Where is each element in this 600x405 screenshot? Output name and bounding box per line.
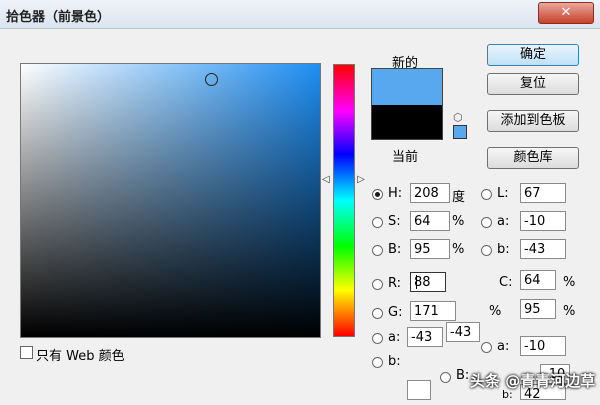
- current-color-swatch[interactable]: [371, 105, 443, 140]
- m-input[interactable]: 95: [520, 299, 556, 319]
- close-button[interactable]: ✕: [538, 2, 594, 24]
- r-label: R:: [388, 276, 402, 291]
- new-color-swatch: [371, 68, 443, 106]
- rgb-b-input[interactable]: [407, 380, 431, 400]
- title-bar: 拾色器（前景色） ✕: [0, 0, 600, 29]
- c-label: C:: [499, 275, 513, 290]
- hue-slider[interactable]: [333, 64, 355, 337]
- s-radio[interactable]: [372, 217, 383, 228]
- add-to-swatches-button[interactable]: 添加到色板: [487, 110, 579, 132]
- ghost-a-input-1[interactable]: -43: [407, 327, 443, 347]
- ghost-a2-input[interactable]: -10: [520, 336, 566, 356]
- l-label: L:: [497, 186, 509, 201]
- lab-a-label: a:: [497, 214, 510, 229]
- color-picker-cursor[interactable]: [205, 73, 218, 86]
- current-color-label: 当前: [392, 150, 419, 165]
- lab-b-label: b:: [497, 242, 510, 257]
- b-input[interactable]: 95: [410, 239, 450, 259]
- rgb-b-radio[interactable]: [372, 357, 383, 368]
- h-label: H:: [388, 186, 403, 201]
- ghost-a-radio[interactable]: [372, 333, 383, 344]
- l-radio[interactable]: [481, 189, 492, 200]
- ghost-a2-label: a:: [497, 339, 510, 354]
- s-unit: %: [452, 214, 465, 229]
- out-of-gamut-cube-icon[interactable]: ⬡: [453, 111, 463, 124]
- window-title: 拾色器（前景色）: [6, 10, 111, 25]
- rgb-b-label: b:: [388, 354, 401, 369]
- ghost-a-label: a:: [388, 330, 401, 345]
- color-libraries-button[interactable]: 颜色库: [487, 147, 579, 169]
- s-input[interactable]: 64: [410, 211, 450, 231]
- b-label: B:: [388, 242, 402, 257]
- ghost-a-input-2[interactable]: -43: [446, 322, 480, 342]
- g-radio[interactable]: [372, 308, 383, 319]
- lab-a-input[interactable]: -10: [520, 211, 566, 231]
- web-colors-checkbox[interactable]: [20, 346, 33, 359]
- reset-button[interactable]: 复位: [487, 73, 579, 95]
- ghost-b2-label: B:: [456, 368, 470, 383]
- m-unit: %: [563, 304, 576, 319]
- r-radio[interactable]: [372, 279, 383, 290]
- watermark: 头条 @青青河边草: [470, 372, 596, 390]
- l-input[interactable]: 67: [520, 183, 566, 203]
- lab-a-radio[interactable]: [481, 217, 492, 228]
- b-unit: %: [452, 242, 465, 257]
- gamut-swatch[interactable]: [453, 125, 467, 139]
- b-radio[interactable]: [372, 245, 383, 256]
- h-radio[interactable]: [372, 189, 383, 200]
- text-caret: [416, 275, 417, 289]
- m-unit-left: %: [489, 304, 502, 319]
- h-unit: 度: [452, 190, 466, 205]
- g-input[interactable]: 171: [410, 301, 456, 321]
- hue-marker-right-icon[interactable]: ◁: [357, 174, 365, 185]
- ok-button[interactable]: 确定: [487, 44, 579, 66]
- c-unit: %: [563, 275, 576, 290]
- ghost-b2-radio[interactable]: [440, 372, 451, 383]
- ghost-a2-radio[interactable]: [481, 342, 492, 353]
- g-label: G:: [388, 305, 403, 320]
- c-input[interactable]: 64: [520, 270, 556, 290]
- lab-b-input[interactable]: -43: [520, 239, 566, 259]
- hue-marker-left-icon[interactable]: ◁: [322, 175, 330, 185]
- web-colors-label: 只有 Web 颜色: [36, 349, 125, 364]
- s-label: S:: [388, 214, 401, 229]
- lab-b-radio[interactable]: [481, 245, 492, 256]
- h-input[interactable]: 208: [410, 183, 450, 203]
- saturation-brightness-field[interactable]: [20, 63, 321, 338]
